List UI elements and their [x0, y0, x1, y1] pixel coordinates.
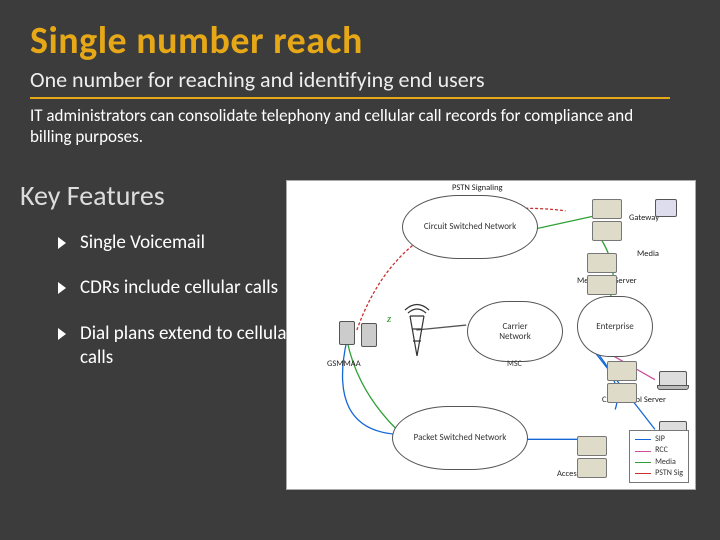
- server-icon: [587, 253, 617, 295]
- legend-label: SIP: [655, 434, 665, 445]
- bullet-icon: [58, 328, 66, 340]
- legend-item: Media: [635, 457, 683, 468]
- legend-label: PSTN Sig: [655, 468, 683, 479]
- label-pstn-signaling: PSTN Signaling: [452, 183, 503, 193]
- legend-line-icon: [635, 462, 651, 463]
- legend-item: RCC: [635, 445, 683, 456]
- cloud-enterprise: Enterprise: [577, 296, 653, 357]
- server-icon: [607, 361, 637, 403]
- phone-icon: [339, 321, 355, 345]
- sleep-z-icon: z: [387, 313, 391, 325]
- slide-subtitle: One number for reaching and identifying …: [30, 66, 690, 93]
- cloud-carrier-network: Carrier Network: [467, 301, 563, 362]
- cell-tower-icon: [402, 301, 432, 361]
- pc-icon: [655, 199, 677, 217]
- legend-line-icon: [635, 451, 651, 452]
- server-icon: [577, 436, 607, 478]
- network-diagram: Circuit Switched Network Carrier Network…: [286, 180, 696, 490]
- laptop-icon: [659, 371, 687, 387]
- cloud-circuit-switched: Circuit Switched Network: [402, 195, 538, 259]
- legend-line-icon: [635, 439, 651, 440]
- cloud-packet-switched: Packet Switched Network: [392, 406, 528, 470]
- list-item: Single Voicemail: [58, 231, 298, 255]
- legend-label: RCC: [655, 445, 668, 456]
- label-media: Media: [637, 249, 659, 259]
- feature-list: Single Voicemail CDRs include cellular c…: [58, 231, 298, 370]
- server-icon: [592, 199, 622, 241]
- label-gsm: GSMMAA: [327, 359, 361, 369]
- label-msc: MSC: [507, 359, 522, 369]
- feature-text: Dial plans extend to cellular calls: [80, 322, 298, 370]
- bullet-icon: [58, 282, 66, 294]
- slide-title: Single number reach: [30, 18, 690, 64]
- legend-label: Media: [655, 457, 676, 468]
- feature-text: CDRs include cellular calls: [80, 276, 278, 300]
- legend-item: SIP: [635, 434, 683, 445]
- legend-line-icon: [635, 473, 651, 474]
- phone-icon: [361, 323, 377, 347]
- title-underline: [30, 97, 670, 99]
- feature-text: Single Voicemail: [80, 231, 205, 255]
- intro-text: IT administrators can consolidate teleph…: [30, 105, 670, 148]
- list-item: Dial plans extend to cellular calls: [58, 322, 298, 370]
- bullet-icon: [58, 237, 66, 249]
- list-item: CDRs include cellular calls: [58, 276, 298, 300]
- legend-item: PSTN Sig: [635, 468, 683, 479]
- diagram-legend: SIP RCC Media PSTN Sig: [629, 430, 689, 483]
